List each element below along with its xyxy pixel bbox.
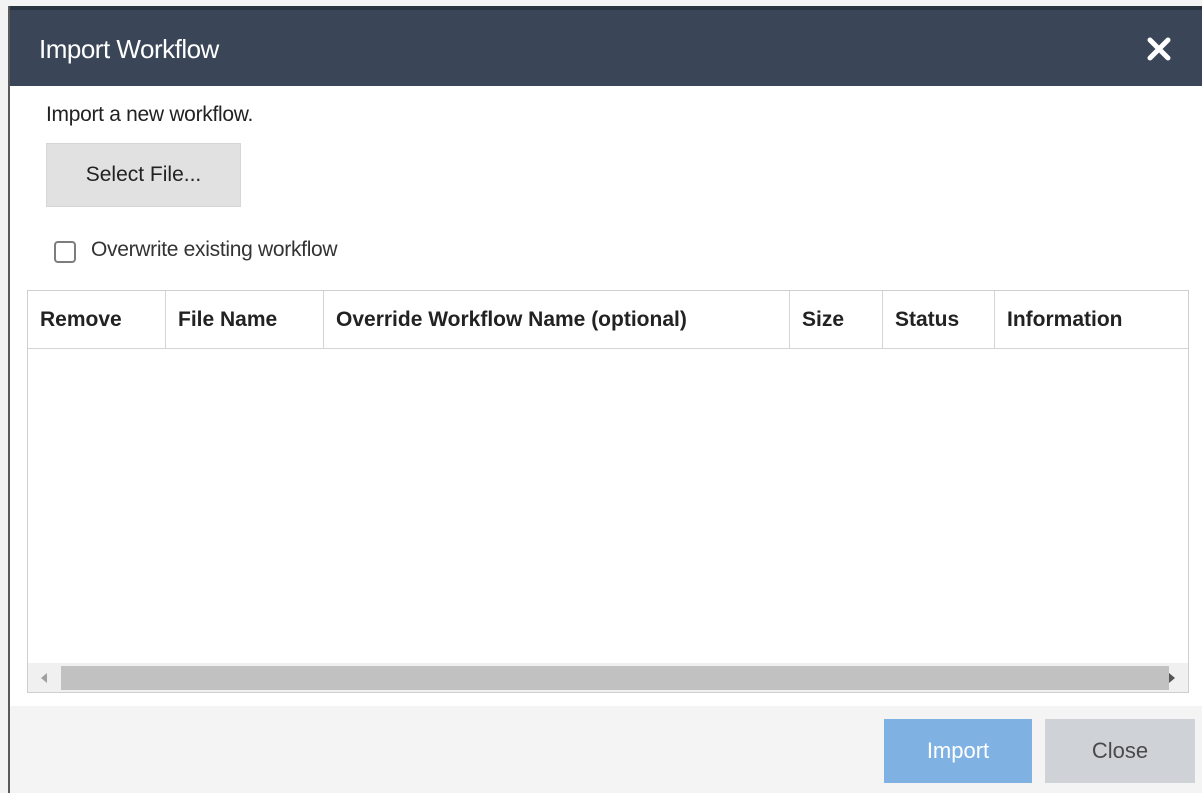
column-header-file-name[interactable]: File Name (166, 291, 324, 349)
select-file-button[interactable]: Select File... (46, 143, 241, 207)
column-header-status[interactable]: Status (883, 291, 995, 349)
column-header-size[interactable]: Size (790, 291, 883, 349)
scrollbar-thumb[interactable] (61, 666, 1169, 690)
dialog-titlebar: Import Workflow (10, 6, 1202, 86)
column-header-override-name[interactable]: Override Workflow Name (optional) (324, 291, 790, 349)
dialog-description: Import a new workflow. (46, 103, 253, 126)
dialog-title: Import Workflow (39, 34, 219, 64)
dialog-footer: Import Close (10, 706, 1202, 793)
overwrite-checkbox[interactable] (54, 241, 76, 263)
table-header: Remove File Name Override Workflow Name … (28, 291, 1188, 349)
column-header-information[interactable]: Information (995, 291, 1188, 349)
close-x-icon[interactable] (1146, 36, 1172, 62)
scroll-right-arrow-icon[interactable] (1169, 673, 1175, 683)
column-header-remove[interactable]: Remove (28, 291, 166, 349)
import-workflow-dialog: Import Workflow Import a new workflow. S… (8, 6, 1202, 793)
scroll-left-arrow-icon[interactable] (41, 673, 47, 683)
close-button[interactable]: Close (1045, 719, 1195, 783)
overwrite-checkbox-label[interactable]: Overwrite existing workflow (91, 238, 338, 262)
import-button[interactable]: Import (884, 719, 1032, 783)
horizontal-scrollbar[interactable] (28, 663, 1188, 692)
import-files-table: Remove File Name Override Workflow Name … (27, 290, 1189, 693)
